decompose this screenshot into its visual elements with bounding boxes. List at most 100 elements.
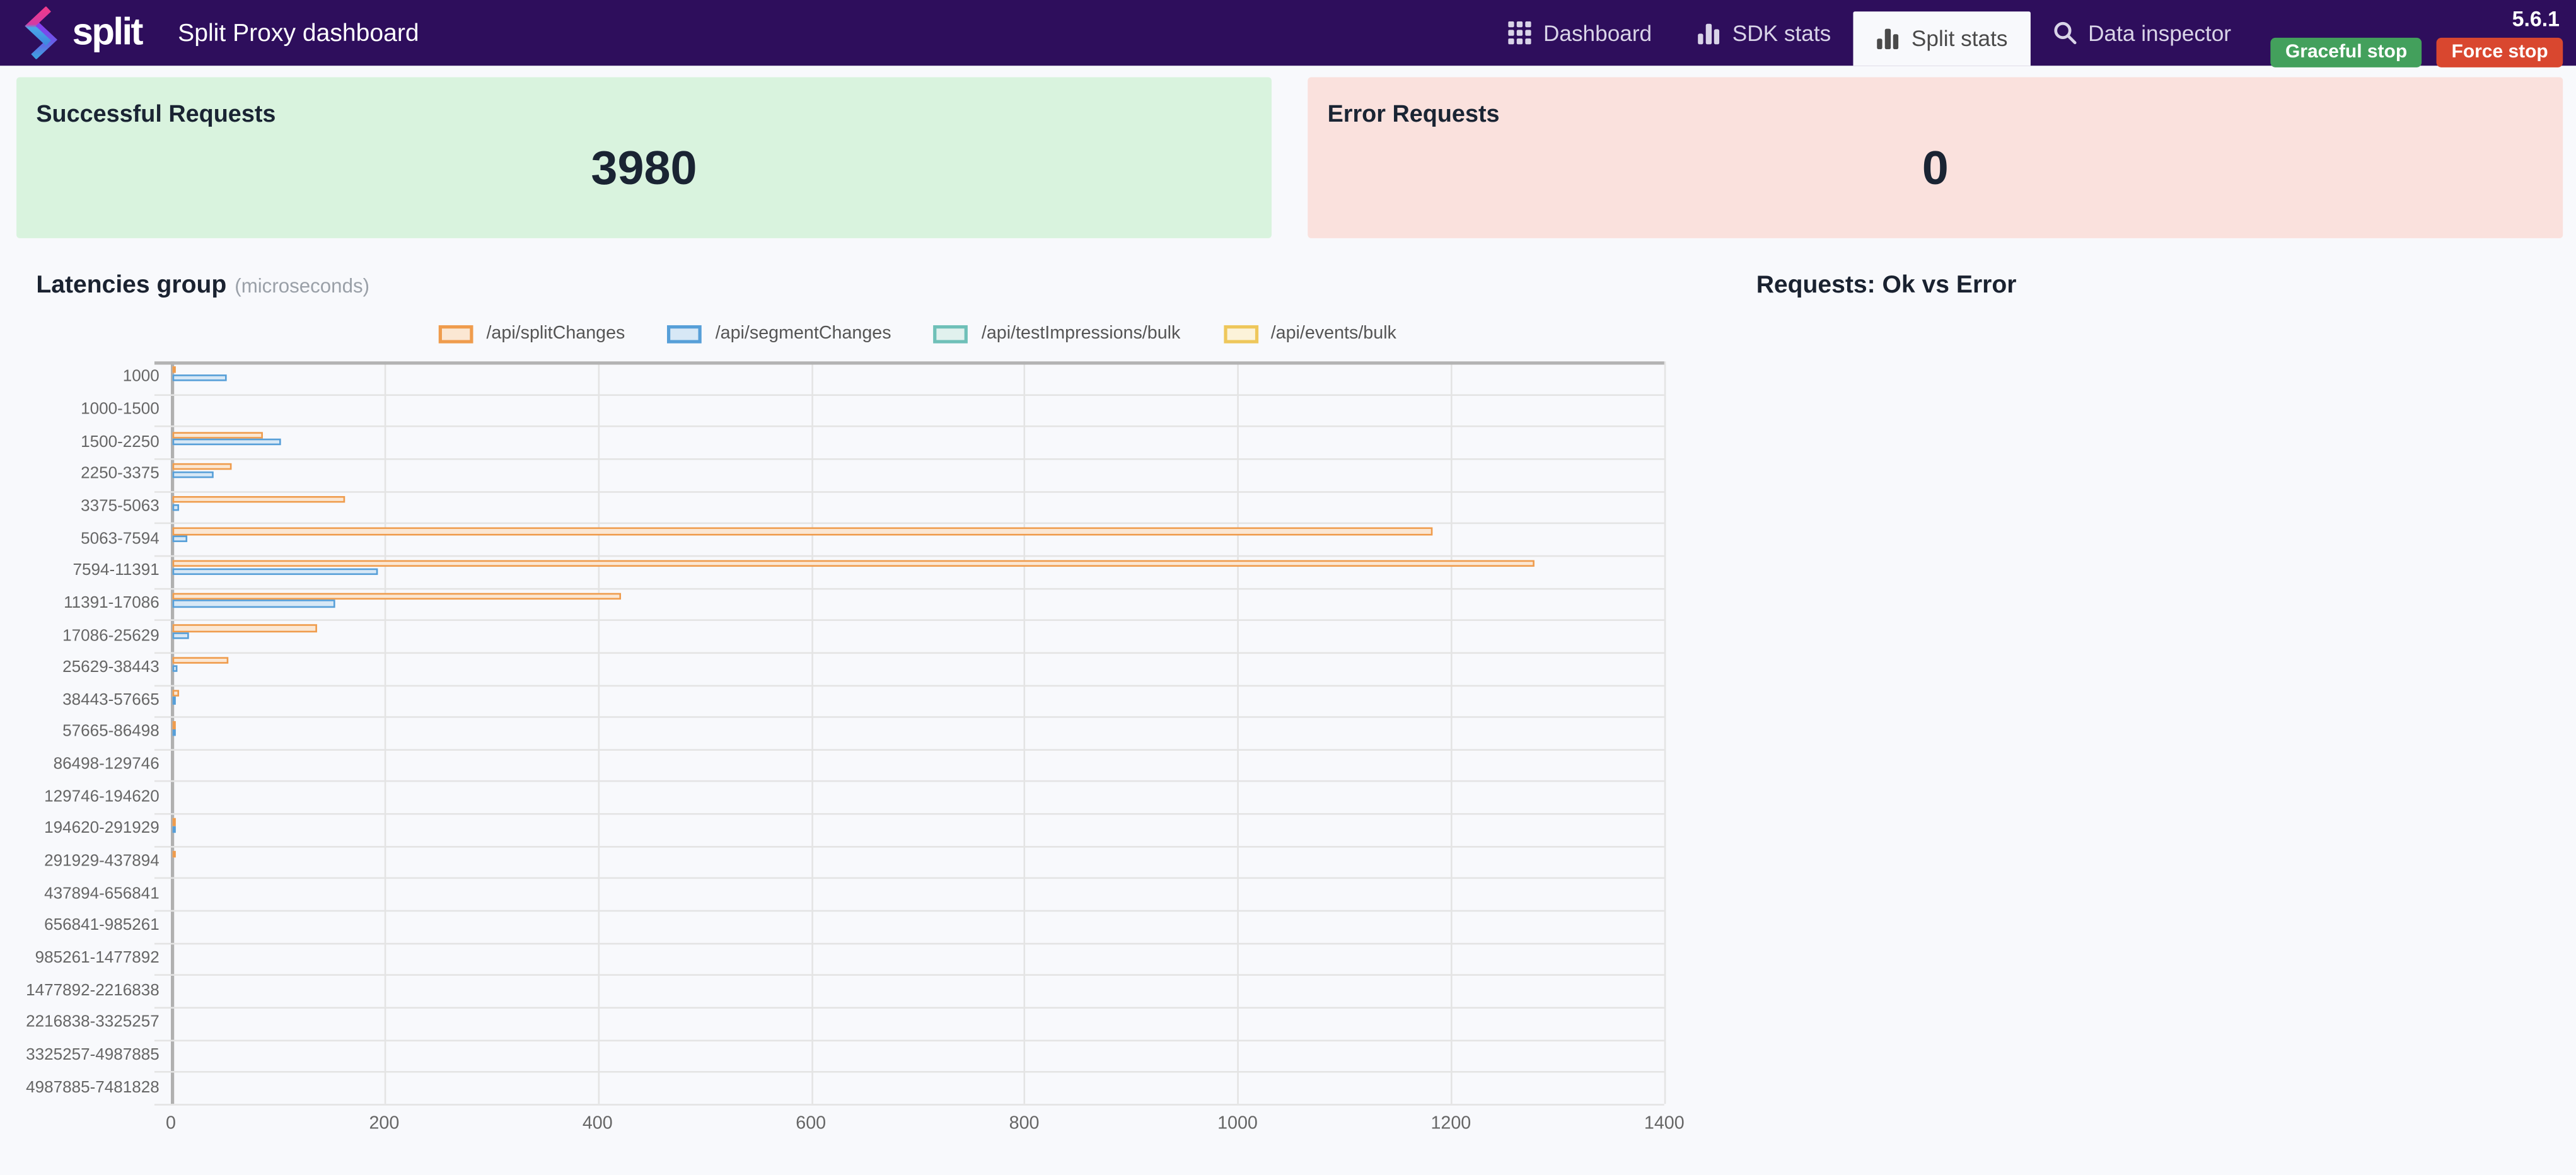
- gridline: [154, 1007, 1664, 1009]
- error-requests-card: Error Requests 0: [1308, 77, 2563, 238]
- gridline: [154, 1039, 1664, 1041]
- bar: [172, 463, 231, 471]
- bar: [172, 560, 1535, 567]
- x-tick-label: 1400: [1644, 1113, 1685, 1134]
- gridline: [154, 1071, 1664, 1074]
- brand: split Split Proxy dashboard: [0, 0, 419, 66]
- tab-label: Split stats: [1911, 26, 2008, 51]
- gridline: [154, 555, 1664, 557]
- y-tick-label: 2250-3375: [81, 465, 160, 483]
- y-tick-label: 57665-86498: [62, 723, 160, 742]
- tab-dashboard[interactable]: Dashboard: [1486, 0, 1675, 66]
- y-tick-label: 194620-291929: [44, 820, 160, 839]
- legend-item[interactable]: /api/events/bulk: [1223, 323, 1396, 344]
- legend-swatch: [1223, 324, 1258, 343]
- card-title: Successful Requests: [36, 101, 276, 129]
- force-stop-button[interactable]: Force stop: [2437, 37, 2563, 67]
- latencies-chart: 1000 1000-1500 1500-2250 2250-3375 3375-5063…: [0, 361, 1692, 1106]
- bar: [172, 439, 282, 446]
- bar: [172, 503, 179, 511]
- tab-label: Data inspector: [2088, 20, 2231, 45]
- latencies-title-unit: (microseconds): [235, 274, 370, 298]
- gridline: [154, 942, 1664, 944]
- bar: [172, 600, 335, 608]
- tab-split-stats[interactable]: Split stats: [1854, 11, 2031, 66]
- bar: [172, 495, 345, 503]
- x-tick-label: 800: [1009, 1113, 1040, 1134]
- brand-wordmark: split: [72, 9, 144, 52]
- x-tick-label: 1000: [1217, 1113, 1258, 1134]
- gridline: [1237, 361, 1239, 1104]
- y-tick-label: 5063-7594: [81, 530, 160, 548]
- y-tick-label: 11391-17086: [64, 594, 160, 613]
- card-value: 0: [1922, 142, 1949, 196]
- gridline: [154, 813, 1664, 815]
- y-tick-label: 129746-194620: [44, 788, 160, 806]
- gridline: [154, 652, 1664, 654]
- card-value: 3980: [591, 142, 697, 196]
- legend-item[interactable]: /api/segmentChanges: [668, 323, 891, 344]
- y-tick-label: 1477892-2216838: [26, 981, 160, 1000]
- chart-legend: /api/splitChanges/api/segmentChanges/api…: [171, 323, 1664, 344]
- bar: [172, 664, 178, 672]
- gridline: [154, 975, 1664, 976]
- y-tick-label: 3375-5063: [81, 497, 160, 516]
- bar: [172, 535, 188, 543]
- bar: [172, 657, 228, 664]
- gridline: [811, 361, 813, 1104]
- requests-section-title: Requests: Ok vs Error: [1756, 270, 2017, 299]
- graceful-stop-button[interactable]: Graceful stop: [2270, 37, 2422, 67]
- y-tick-label: 4987885-7481828: [26, 1079, 160, 1097]
- legend-label: /api/segmentChanges: [715, 323, 891, 344]
- bar: [172, 366, 176, 374]
- legend-item[interactable]: /api/testImpressions/bulk: [934, 323, 1181, 344]
- bar: [172, 697, 176, 704]
- version-label: 5.6.1: [2512, 6, 2560, 32]
- bar: [172, 818, 176, 826]
- y-tick-label: 1000-1500: [81, 400, 160, 419]
- legend-swatch: [438, 324, 473, 343]
- gridline: [154, 684, 1664, 686]
- split-logo-icon: [25, 6, 57, 59]
- bar: [172, 431, 264, 438]
- y-tick-label: 291929-437894: [44, 852, 160, 871]
- gridline: [154, 910, 1664, 912]
- bar: [172, 593, 621, 599]
- x-tick-label: 600: [796, 1113, 827, 1134]
- card-title: Error Requests: [1327, 101, 1500, 129]
- gridline: [1024, 361, 1026, 1104]
- tab-sdk-stats[interactable]: SDK stats: [1675, 0, 1854, 66]
- x-tick-label: 0: [166, 1113, 176, 1134]
- y-tick-label: 86498-129746: [53, 756, 160, 774]
- bar: [172, 528, 1432, 535]
- y-tick-label: 1500-2250: [81, 432, 160, 451]
- tab-data-inspector[interactable]: Data inspector: [2031, 0, 2254, 66]
- grid-icon: [1509, 21, 1532, 45]
- legend-item[interactable]: /api/splitChanges: [438, 323, 625, 344]
- gridline: [154, 716, 1664, 719]
- gridline: [154, 458, 1664, 460]
- header: split Split Proxy dashboard Dashboard SD…: [0, 0, 2576, 67]
- bar: [172, 568, 378, 576]
- legend-label: /api/events/bulk: [1270, 323, 1396, 344]
- gridline: [154, 523, 1664, 524]
- bar: [172, 826, 176, 833]
- y-tick-label: 985261-1477892: [35, 949, 160, 968]
- latencies-title-text: Latencies group: [36, 270, 227, 299]
- bar: [172, 374, 227, 381]
- y-tick-label: 17086-25629: [62, 627, 160, 645]
- bar-chart-icon: [1877, 28, 1900, 50]
- split-proxy-dashboard: split Split Proxy dashboard Dashboard SD…: [0, 0, 2576, 1175]
- latencies-section-title: Latencies group (microseconds): [36, 271, 369, 299]
- page-title: Split Proxy dashboard: [178, 18, 419, 47]
- legend-label: /api/testImpressions/bulk: [981, 323, 1181, 344]
- y-tick-label: 437894-656841: [44, 884, 160, 903]
- bar: [172, 689, 179, 697]
- summary-cards: Successful Requests 3980 Error Requests …: [16, 77, 2563, 238]
- bar: [172, 625, 317, 632]
- y-tick-label: 7594-11391: [73, 562, 160, 581]
- bar: [172, 850, 176, 858]
- legend-swatch: [934, 324, 969, 343]
- gridline: [597, 361, 600, 1104]
- successful-requests-card: Successful Requests 3980: [16, 77, 1272, 238]
